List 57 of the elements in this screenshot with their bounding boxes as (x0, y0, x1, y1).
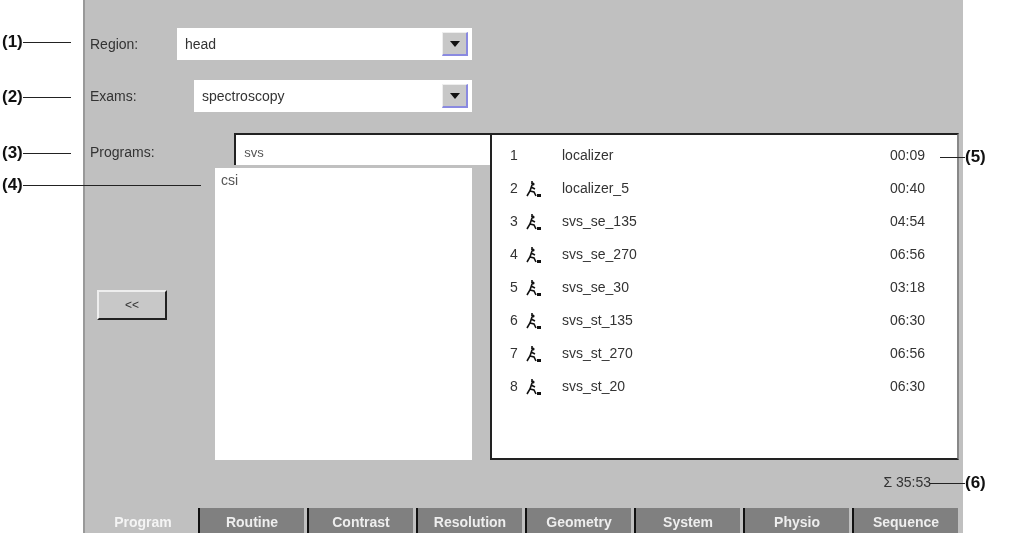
leader-line (930, 482, 965, 484)
protocol-duration: 06:56 (889, 344, 925, 363)
row-number: 5 (510, 278, 519, 297)
protocol-name: svs_st_270 (562, 344, 634, 363)
callout-label: (3) (2, 142, 23, 165)
callout-label: (5) (965, 146, 986, 169)
filter-field[interactable]: svs (234, 133, 490, 165)
protocol-name: svs_se_135 (562, 212, 638, 231)
row-number: 8 (510, 377, 519, 396)
dropdown-button[interactable] (442, 84, 468, 108)
protocol-duration: 04:54 (889, 212, 925, 231)
callout-label: (4) (2, 174, 23, 197)
protocol-duration: 00:09 (889, 146, 925, 165)
protocol-name: localizer_5 (562, 179, 630, 198)
exams-label: Exams: (90, 86, 138, 106)
region-value: head (185, 34, 217, 54)
row-number: 4 (510, 245, 519, 264)
callout-label: (2) (2, 86, 23, 109)
protocol-row[interactable]: 5 svs_se_30 03:18 (492, 271, 957, 304)
protocol-row[interactable]: 4 svs_se_270 06:56 (492, 238, 957, 271)
region-label: Region: (90, 34, 140, 54)
leader-line (22, 41, 71, 43)
leader-line (22, 152, 71, 154)
protocol-row[interactable]: 8 svs_st_20 06:30 (492, 370, 957, 403)
row-number: 6 (510, 311, 519, 330)
dropdown-arrow-icon (449, 92, 460, 99)
protocol-row[interactable]: 2 localizer_5 00:40 (492, 172, 957, 205)
protocol-row[interactable]: 6 svs_st_135 06:30 (492, 304, 957, 337)
protocol-name: localizer (562, 146, 615, 165)
protocol-row[interactable]: 7 svs_st_270 06:56 (492, 337, 957, 370)
protocol-name: svs_st_135 (562, 311, 634, 330)
protocol-name: svs_st_20 (562, 377, 627, 396)
protocol-duration: 06:56 (889, 245, 925, 264)
protocol-duration: 06:30 (889, 311, 925, 330)
protocol-duration: 06:30 (889, 377, 925, 396)
callout-label: (6) (965, 472, 986, 495)
row-number: 7 (510, 344, 519, 363)
protocol-name: svs_se_270 (562, 245, 638, 264)
region-dropdown[interactable]: head (177, 28, 472, 60)
row-number: 3 (510, 212, 519, 231)
protocol-duration: 00:40 (889, 179, 925, 198)
list-item[interactable]: csi (221, 170, 466, 191)
protocol-duration: 03:18 (889, 278, 925, 297)
protocol-row[interactable]: 3 svs_se_135 04:54 (492, 205, 957, 238)
exams-value: spectroscopy (202, 86, 285, 106)
total-duration: Σ 35:53 (883, 473, 931, 492)
row-number: 1 (510, 146, 519, 165)
row-number: 2 (510, 179, 519, 198)
leader-line (22, 96, 71, 98)
protocol-name: svs_se_30 (562, 278, 630, 297)
move-left-button[interactable]: << (97, 290, 167, 320)
programs-label: Programs: (90, 143, 156, 162)
dropdown-arrow-icon (449, 40, 460, 47)
dropdown-button[interactable] (442, 32, 468, 56)
exams-dropdown[interactable]: spectroscopy (194, 80, 472, 112)
callout-label: (1) (2, 31, 23, 54)
protocol-row[interactable]: 1 localizer 00:09 (492, 139, 957, 172)
